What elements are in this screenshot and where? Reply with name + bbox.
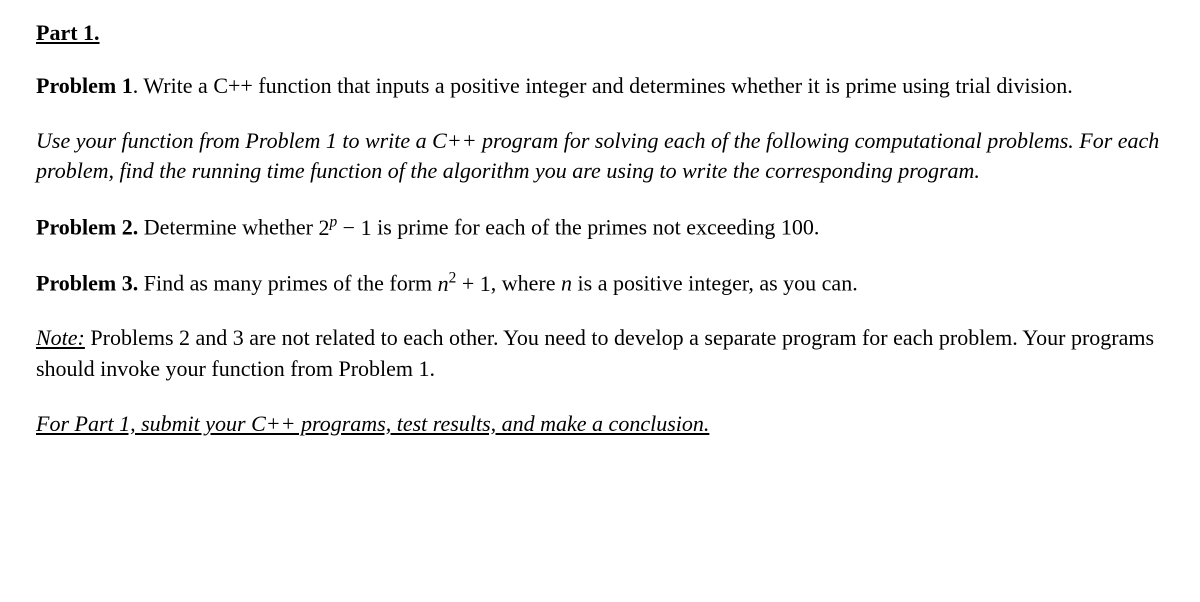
- math-plus-one: + 1: [456, 271, 490, 296]
- problem-1-text: . Write a C++ function that inputs a pos…: [133, 73, 1073, 98]
- note-text: Problems 2 and 3 are not related to each…: [36, 325, 1154, 381]
- math-expression-2p-minus-1: 2p − 1: [318, 215, 371, 240]
- problem-2-text-before: Determine whether: [138, 215, 318, 240]
- math-superscript-p: p: [329, 213, 337, 230]
- problem-1: Problem 1. Write a C++ function that inp…: [36, 71, 1164, 102]
- math-variable-n: n: [561, 271, 572, 296]
- problem-2-label: Problem 2.: [36, 215, 138, 240]
- part-title: Part 1.: [36, 18, 1164, 49]
- math-expression-n2-plus-1: n2 + 1: [438, 271, 491, 296]
- note-paragraph: Note: Problems 2 and 3 are not related t…: [36, 323, 1164, 385]
- problem-2: Problem 2. Determine whether 2p − 1 is p…: [36, 211, 1164, 243]
- problem-3: Problem 3. Find as many primes of the fo…: [36, 267, 1164, 299]
- problem-3-text-after: is a positive integer, as you can.: [572, 271, 858, 296]
- note-label: Note:: [36, 325, 85, 350]
- math-base-2: 2: [318, 215, 329, 240]
- math-minus-one: − 1: [337, 215, 371, 240]
- problem-2-text-after: is prime for each of the primes not exce…: [372, 215, 820, 240]
- instructions-paragraph: Use your function from Problem 1 to writ…: [36, 126, 1164, 188]
- problem-3-text-before: Find as many primes of the form: [138, 271, 437, 296]
- footer-instruction: For Part 1, submit your C++ programs, te…: [36, 409, 1164, 440]
- math-base-n: n: [438, 271, 449, 296]
- problem-3-text-mid: , where: [491, 271, 561, 296]
- problem-3-label: Problem 3.: [36, 271, 138, 296]
- problem-1-label: Problem 1: [36, 73, 133, 98]
